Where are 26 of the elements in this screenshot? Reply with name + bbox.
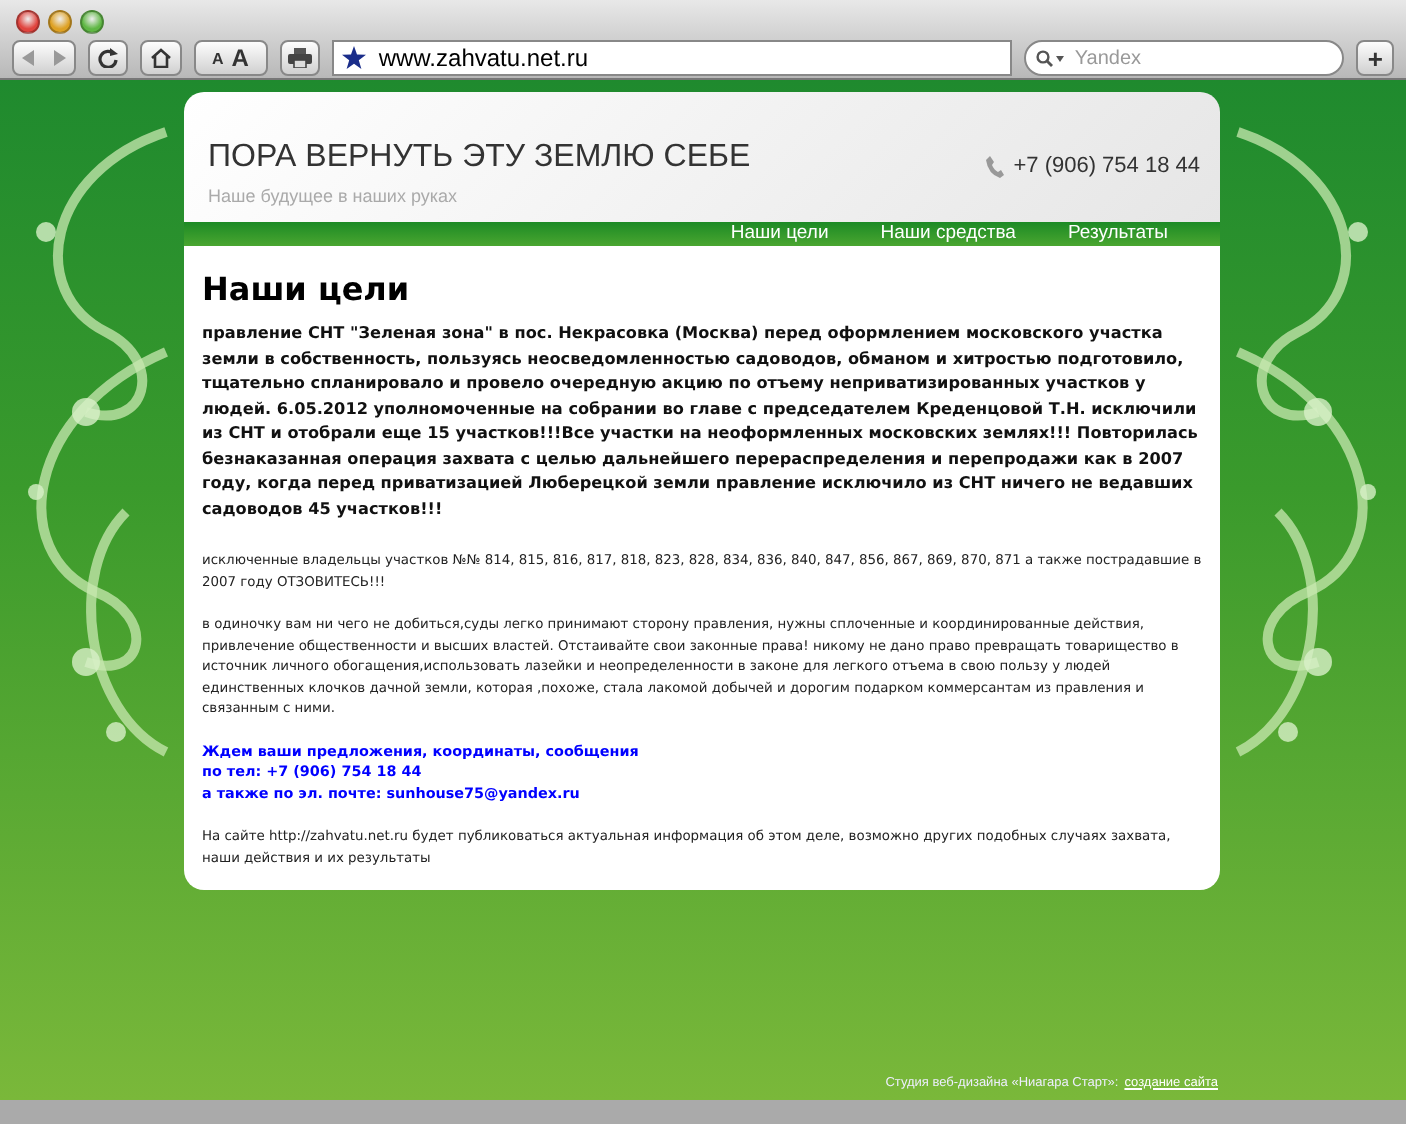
- back-forward-button[interactable]: [12, 40, 76, 77]
- home-button[interactable]: [140, 40, 182, 77]
- text-size-button[interactable]: A A: [193, 40, 268, 77]
- address-field[interactable]: www.zahvatu.net.ru: [332, 40, 1013, 77]
- nav-link[interactable]: Результаты: [1067, 222, 1168, 245]
- search-field[interactable]: Yandex: [1024, 40, 1345, 77]
- lead-paragraph: правление СНТ "Зеленая зона" в пос. Некрасовка (Москва) перед оформлением московского участка земли в собственность, пользуясь неосведомленностью садоводов, обманом и хитростью подготовило, тщательно спланировало и провело очередную акцию по отъему неприватизированных участков у людей. 6.05.2012 уполномоченные на собрании во главе с председателем Креденцовой Т.Н. исключили из СНТ и отобрали еще 15 участков!!!Все участки на неоформленных московских землях!!! Повторилась безнаказанная операция захвата с целью дальнейшего перераспределения и перепродажи как в 2007 году, когда перед приватизацией Люберецкой земли правление исключило из СНТ ничего не ведавших садоводов 45 участков!!!: [202, 320, 1200, 520]
- nav-link[interactable]: Наши средства: [880, 222, 1016, 245]
- print-button[interactable]: [279, 40, 321, 77]
- new-tab-button[interactable]: +: [1356, 40, 1394, 77]
- printer-icon: [288, 48, 313, 69]
- phone-icon: [985, 155, 1004, 177]
- page-heading: Наши цели: [202, 270, 412, 308]
- reload-button[interactable]: [87, 40, 129, 77]
- site-title: ПОРА ВЕРНУТЬ ЭТУ ЗЕМЛЮ СЕБЕ: [208, 140, 751, 176]
- back-forward-icon: [21, 50, 66, 67]
- search-icon: [1036, 50, 1065, 69]
- home-icon: [149, 48, 172, 69]
- star-icon: [342, 46, 367, 71]
- window-control-button[interactable]: [48, 9, 72, 34]
- window-control-button[interactable]: [16, 9, 40, 34]
- window-control-button[interactable]: [80, 9, 104, 34]
- site-tagline: Наше будущее в наших руках: [208, 186, 460, 206]
- nav-link[interactable]: Наши цели: [730, 222, 829, 245]
- phone-number: +7 (906) 754 18 44: [1013, 154, 1200, 178]
- reload-icon: [97, 48, 118, 69]
